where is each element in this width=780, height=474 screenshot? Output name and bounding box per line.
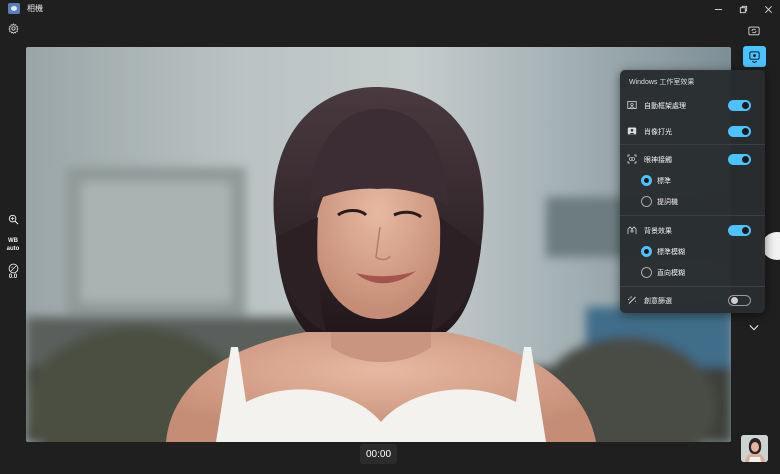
restore-button[interactable] bbox=[731, 0, 755, 18]
wb-label: WB bbox=[8, 238, 18, 244]
title-bar: 相機 bbox=[0, 0, 780, 18]
background-effects-row: 背景效果 bbox=[620, 221, 765, 239]
settings-gear-icon bbox=[8, 23, 19, 34]
background-effects-toggle[interactable] bbox=[728, 225, 751, 236]
eye-contact-row: 眼神接觸 bbox=[620, 150, 765, 168]
background-option-portrait-blur[interactable]: 直向模糊 bbox=[620, 264, 765, 282]
exposure-value: 0.0 bbox=[8, 274, 18, 280]
radio-teleprompter[interactable] bbox=[641, 196, 652, 207]
radio-standard[interactable] bbox=[641, 175, 652, 186]
auto-framing-label: 自動框架處理 bbox=[644, 103, 686, 110]
settings-button[interactable] bbox=[7, 22, 20, 35]
creative-filters-label: 創意篩選 bbox=[644, 298, 672, 305]
minimize-icon bbox=[714, 8, 722, 10]
option-label: 提詞機 bbox=[657, 199, 678, 206]
auto-framing-toggle[interactable] bbox=[728, 100, 751, 111]
eye-contact-toggle[interactable] bbox=[728, 154, 751, 165]
exposure-icon: + - bbox=[8, 263, 19, 274]
auto-framing-row: 自動框架處理 bbox=[620, 96, 765, 114]
recording-timer: 00:00 bbox=[360, 444, 397, 464]
option-label: 標準 bbox=[657, 178, 671, 185]
close-icon bbox=[764, 5, 772, 13]
radio-portrait-blur[interactable] bbox=[641, 267, 652, 278]
panel-divider bbox=[620, 286, 765, 287]
eye-contact-icon bbox=[627, 154, 637, 164]
switch-camera-button[interactable] bbox=[746, 23, 762, 37]
window-title: 相機 bbox=[27, 4, 43, 13]
background-option-standard-blur[interactable]: 標準模糊 bbox=[620, 243, 765, 261]
panel-divider bbox=[620, 215, 765, 216]
last-capture-thumbnail[interactable] bbox=[741, 435, 768, 462]
studio-effects-panel: Windows 工作室效果 自動框架處理 肖像打光 眼神接觸 標準 提詞機 背景… bbox=[620, 70, 765, 313]
wb-value: auto bbox=[6, 246, 20, 252]
option-label: 直向模糊 bbox=[657, 270, 685, 277]
radio-standard-blur[interactable] bbox=[641, 246, 652, 257]
eye-contact-option-teleprompter[interactable]: 提詞機 bbox=[620, 193, 765, 211]
panel-divider bbox=[620, 144, 765, 145]
background-effects-label: 背景效果 bbox=[644, 228, 672, 235]
portrait-light-toggle[interactable] bbox=[728, 126, 751, 137]
creative-filter-icon bbox=[627, 295, 637, 305]
camera-switch-icon bbox=[748, 26, 760, 35]
creative-filters-toggle[interactable] bbox=[728, 295, 751, 306]
eye-contact-option-standard[interactable]: 標準 bbox=[620, 172, 765, 190]
portrait-light-icon bbox=[627, 126, 637, 136]
close-button[interactable] bbox=[756, 0, 780, 18]
zoom-icon bbox=[8, 214, 19, 225]
camera-app-icon bbox=[8, 3, 20, 14]
thumbnail-image bbox=[741, 435, 768, 462]
svg-text:-: - bbox=[14, 269, 15, 273]
creative-filters-row: 創意篩選 bbox=[620, 291, 765, 309]
eye-contact-label: 眼神接觸 bbox=[644, 157, 672, 164]
option-label: 標準模糊 bbox=[657, 249, 685, 256]
panel-title: Windows 工作室效果 bbox=[629, 79, 695, 86]
restore-icon bbox=[739, 5, 747, 13]
chevron-down-icon bbox=[749, 324, 759, 330]
portrait-light-label: 肖像打光 bbox=[644, 129, 672, 136]
zoom-button[interactable] bbox=[7, 213, 20, 226]
portrait-light-row: 肖像打光 bbox=[620, 122, 765, 140]
background-effects-icon bbox=[627, 225, 637, 235]
minimize-button[interactable] bbox=[706, 0, 730, 18]
studio-effects-button[interactable] bbox=[743, 46, 766, 67]
studio-effects-icon bbox=[749, 51, 760, 63]
auto-framing-icon bbox=[627, 100, 637, 110]
more-options-button[interactable] bbox=[748, 322, 760, 332]
